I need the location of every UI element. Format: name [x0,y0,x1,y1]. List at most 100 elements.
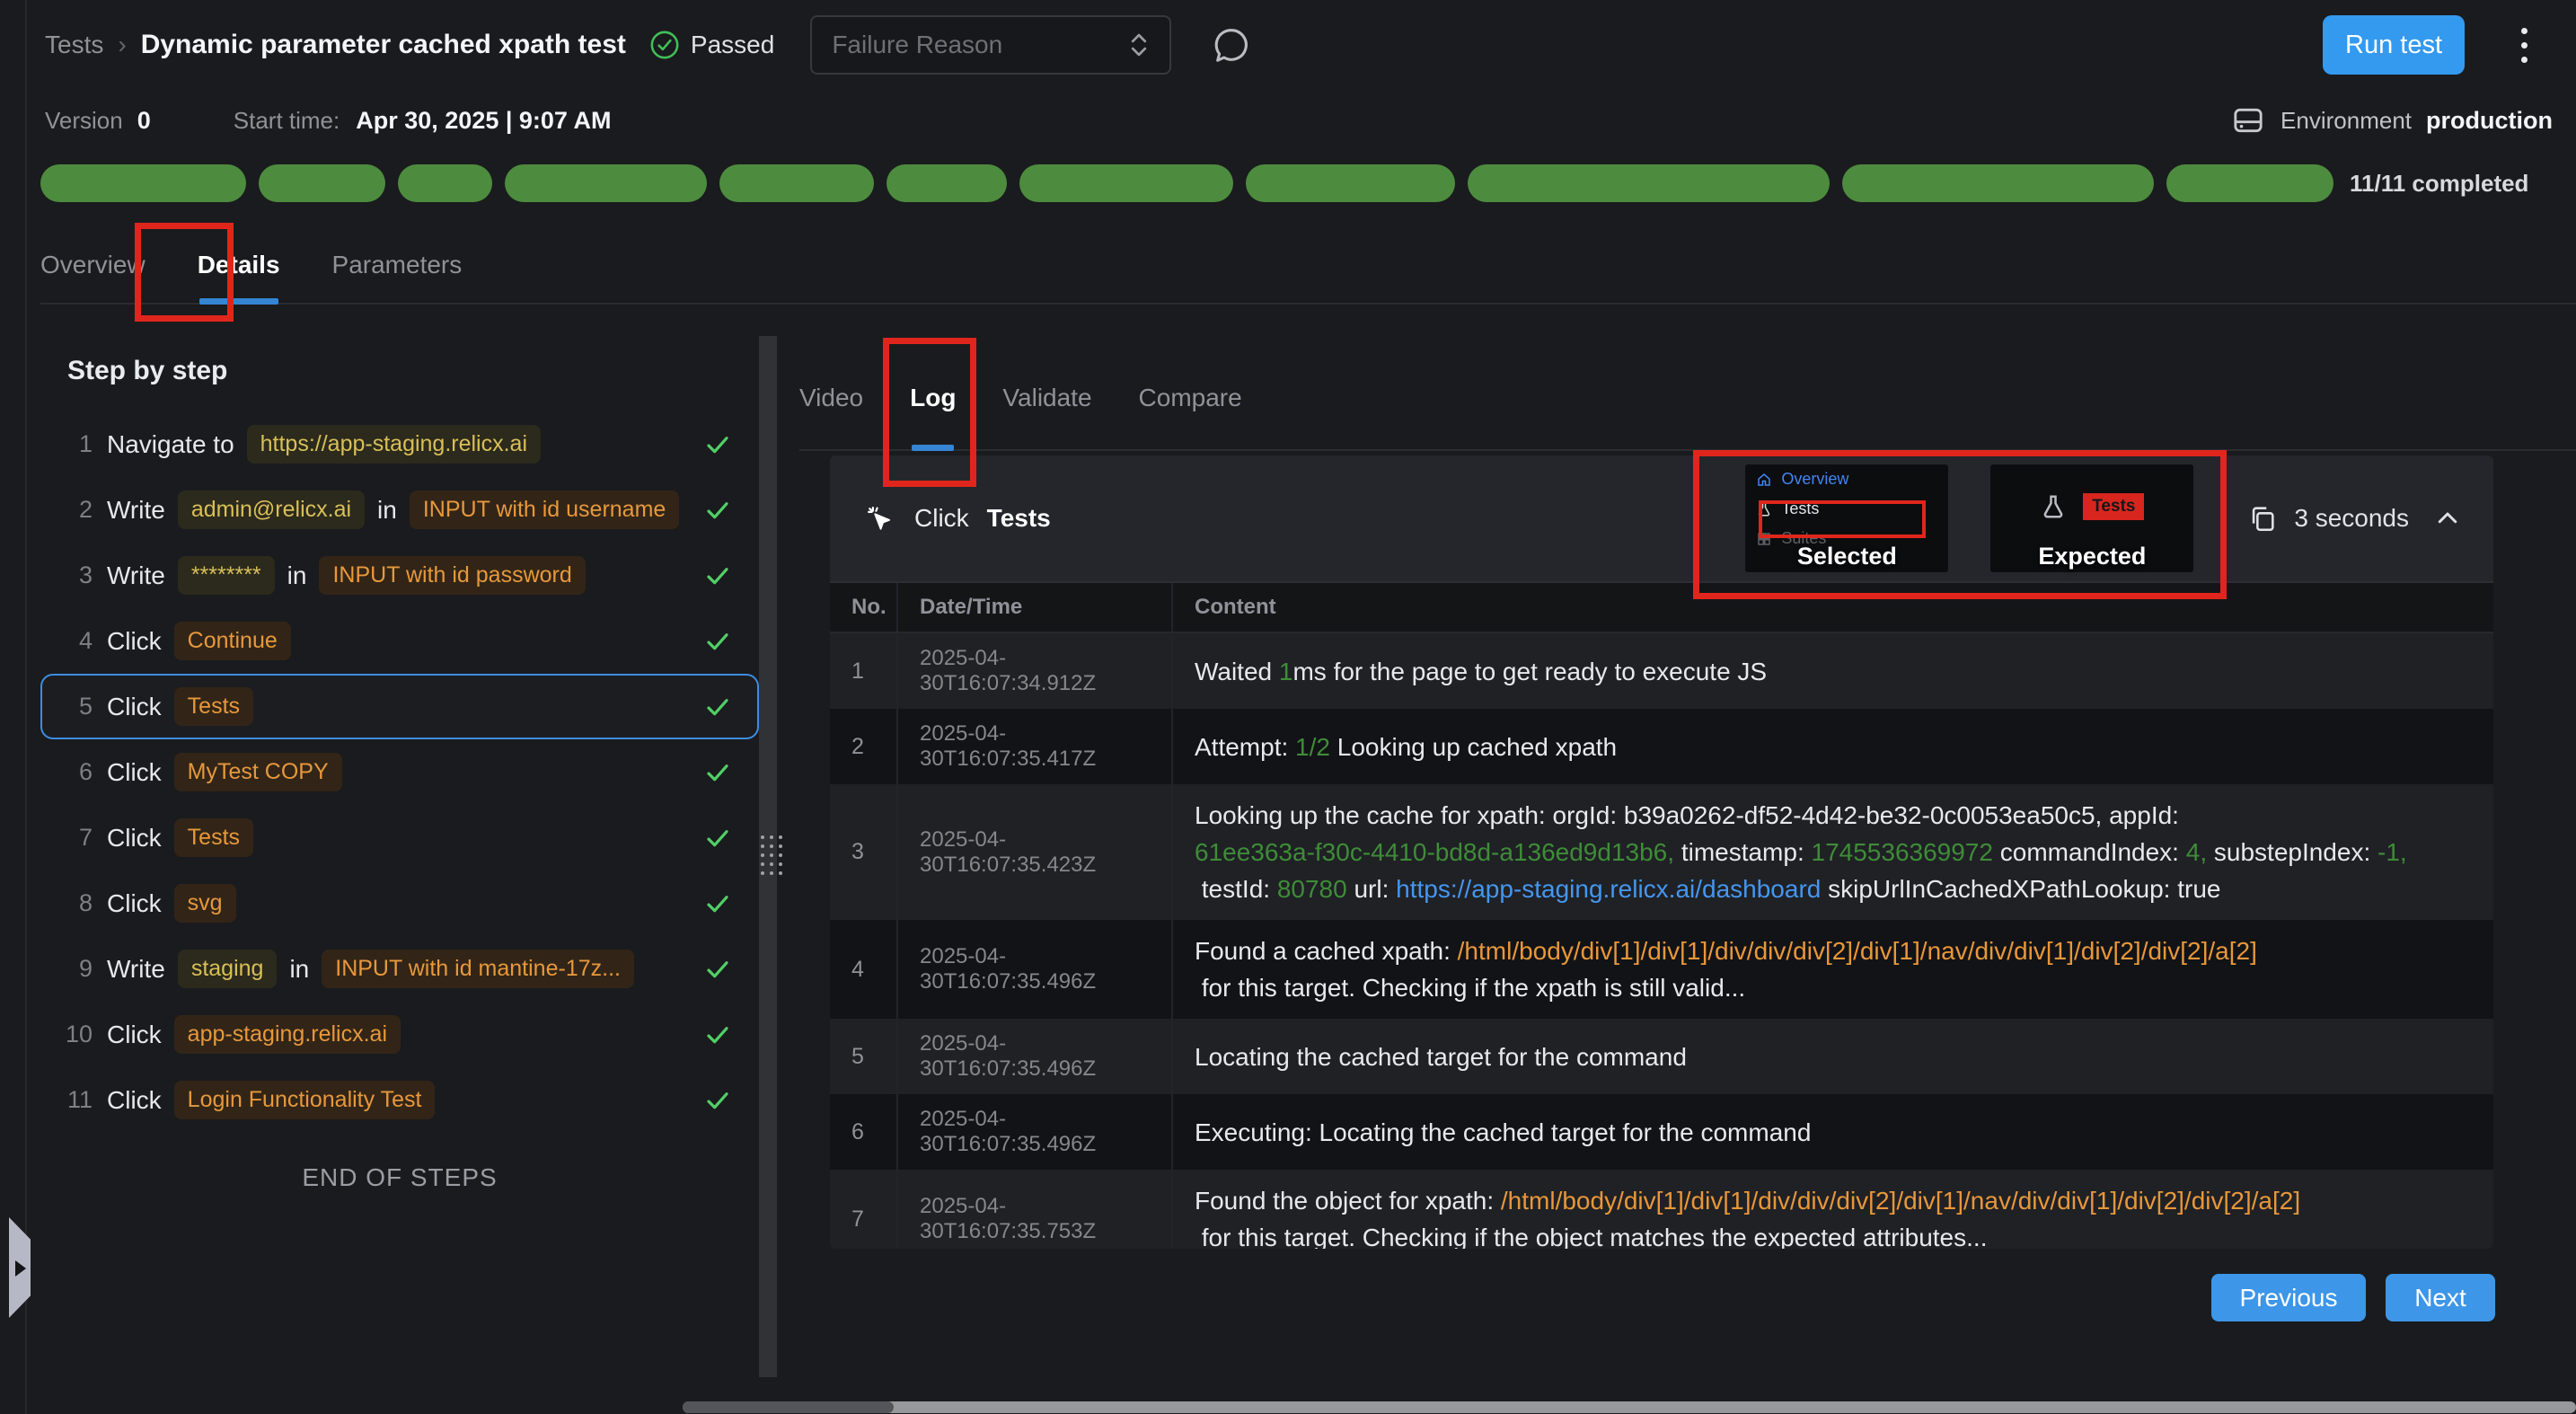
breadcrumb[interactable]: Tests [45,31,103,59]
step-number: 1 [42,430,107,458]
comment-bubble-icon[interactable] [1211,24,1252,66]
steps-list: 1Navigate to https://app-staging.relicx.a… [40,411,759,1133]
expected-thumbnail[interactable]: Tests Expected [1990,464,2193,572]
log-row-content: Locating the cached target for the comma… [1173,1019,2493,1094]
tab-video[interactable]: Video [799,346,863,449]
step-row[interactable]: 10Clickapp-staging.relicx.ai [40,1002,759,1067]
step-number: 5 [42,693,107,720]
log-table-body: 12025-04-30T16:07:34.912ZWaited 1ms for … [830,633,2493,1249]
progress-segment [259,164,385,202]
panel-resizer[interactable] [759,336,777,1377]
log-row-timestamp: 2025-04-30T16:07:35.496Z [898,920,1173,1019]
tab-compare[interactable]: Compare [1139,346,1242,449]
step-passed-check-icon [703,627,732,656]
step-status [703,955,732,984]
step-passed-check-icon [703,758,732,787]
step-status [703,758,732,787]
start-time-label: Start time: [234,107,340,135]
step-action: Write [107,496,165,525]
steps-panel: Step by step 1Navigate to https://app-sta… [40,340,759,1192]
log-row-timestamp: 2025-04-30T16:07:35.496Z [898,1094,1173,1170]
tab-overview[interactable]: Overview [40,226,146,303]
horizontal-scrollbar[interactable] [683,1401,2576,1413]
step-passed-check-icon [703,955,732,984]
log-row[interactable]: 22025-04-30T16:07:35.417ZAttempt: 1/2 Lo… [830,709,2493,784]
step-row[interactable]: 8Clicksvg [40,870,759,936]
log-row-content: Executing: Locating the cached target fo… [1173,1094,2493,1170]
selected-thumbnail[interactable]: Overview Tests Suites Selected [1745,464,1948,572]
expand-right-icon [15,1260,26,1277]
step-action: Click [107,1021,162,1049]
collapse-chevron-icon[interactable] [2434,505,2461,532]
log-row-content: Looking up the cache for xpath: orgId: b… [1173,784,2493,920]
step-row[interactable]: 11ClickLogin Functionality Test [40,1067,759,1133]
step-status [703,1086,732,1115]
steps-title: Step by step [67,356,759,386]
step-row[interactable]: 5ClickTests [40,674,759,739]
progress-segment [1468,164,1830,202]
step-row[interactable]: 6ClickMyTest COPY [40,739,759,805]
step-connector: in [287,561,307,590]
copy-icon[interactable] [2247,503,2278,534]
log-row[interactable]: 72025-04-30T16:07:35.753ZFound the objec… [830,1170,2493,1249]
environment-drive-icon [2230,102,2266,138]
step-row[interactable]: 1Navigate to https://app-staging.relicx.a… [40,411,759,477]
step-passed-check-icon [703,496,732,525]
failure-reason-select[interactable]: Failure Reason [810,15,1171,75]
step-target-badge: INPUT with id password [319,556,585,595]
tab-log[interactable]: Log [910,346,956,449]
step-row[interactable]: 4Click Continue [40,608,759,674]
step-status [703,889,732,918]
log-row[interactable]: 32025-04-30T16:07:35.423ZLooking up the … [830,784,2493,920]
step-target-badge: Tests [174,818,253,857]
step-number: 6 [42,758,107,786]
step-row[interactable]: 3Write********inINPUT with id password [40,543,759,608]
log-step-header[interactable]: Click Tests Overview Tests Suites [830,455,2493,583]
step-action: Click [107,627,162,656]
step-value-badge: https://app-staging.relicx.ai [247,425,541,464]
progress-segment [719,164,874,202]
step-row[interactable]: 2Writeadmin@relicx.aiinINPUT with id use… [40,477,759,543]
step-number: 4 [42,627,107,655]
page-title: Dynamic parameter cached xpath test [141,30,626,60]
log-row[interactable]: 52025-04-30T16:07:35.496ZLocating the ca… [830,1019,2493,1094]
step-row[interactable]: 9WritestaginginINPUT with id mantine-17z… [40,936,759,1002]
step-action: Navigate to [107,430,234,459]
step-status [703,1021,732,1049]
step-duration: 3 seconds [2294,504,2409,533]
step-target-badge: Continue [174,622,291,660]
run-test-button[interactable]: Run test [2323,15,2465,75]
log-action: Click Tests [862,501,1051,535]
tab-parameters[interactable]: Parameters [332,226,463,303]
step-target-badge: MyTest COPY [174,753,342,791]
next-button[interactable]: Next [2386,1274,2495,1321]
breadcrumb-chevron-icon: › [118,31,126,59]
log-row[interactable]: 42025-04-30T16:07:35.496ZFound a cached … [830,920,2493,1019]
select-chevrons-icon [1128,31,1150,58]
step-passed-check-icon [703,561,732,590]
version-label: Version [45,107,123,135]
sidebar-expander-handle[interactable] [9,1217,31,1318]
tab-validate[interactable]: Validate [1002,346,1091,449]
step-target-badge: app-staging.relicx.ai [174,1015,401,1054]
comparison-thumbnails: Overview Tests Suites Selected [1745,464,2193,572]
log-row-number: 4 [830,920,898,1019]
previous-button[interactable]: Previous [2211,1274,2366,1321]
horizontal-scrollbar-thumb[interactable] [683,1401,894,1413]
log-row[interactable]: 12025-04-30T16:07:34.912ZWaited 1ms for … [830,633,2493,709]
kebab-menu-icon[interactable] [2506,15,2542,75]
step-row[interactable]: 7ClickTests [40,805,759,870]
log-row[interactable]: 62025-04-30T16:07:35.496ZExecuting: Loca… [830,1094,2493,1170]
tab-details[interactable]: Details [198,226,280,303]
step-value-badge: ******** [178,556,275,595]
log-row-number: 3 [830,784,898,920]
mini-menu-overview: Overview [1745,464,1948,494]
progress-bar [40,164,2333,202]
col-header-datetime: Date/Time [898,583,1173,632]
cursor-click-icon [862,501,896,535]
col-header-no: No. [830,583,898,632]
log-row-content: Found a cached xpath: /html/body/div[1]/… [1173,920,2493,1019]
step-status [703,693,732,721]
passed-check-icon [649,30,680,60]
environment-group: Environment production [2230,102,2553,138]
